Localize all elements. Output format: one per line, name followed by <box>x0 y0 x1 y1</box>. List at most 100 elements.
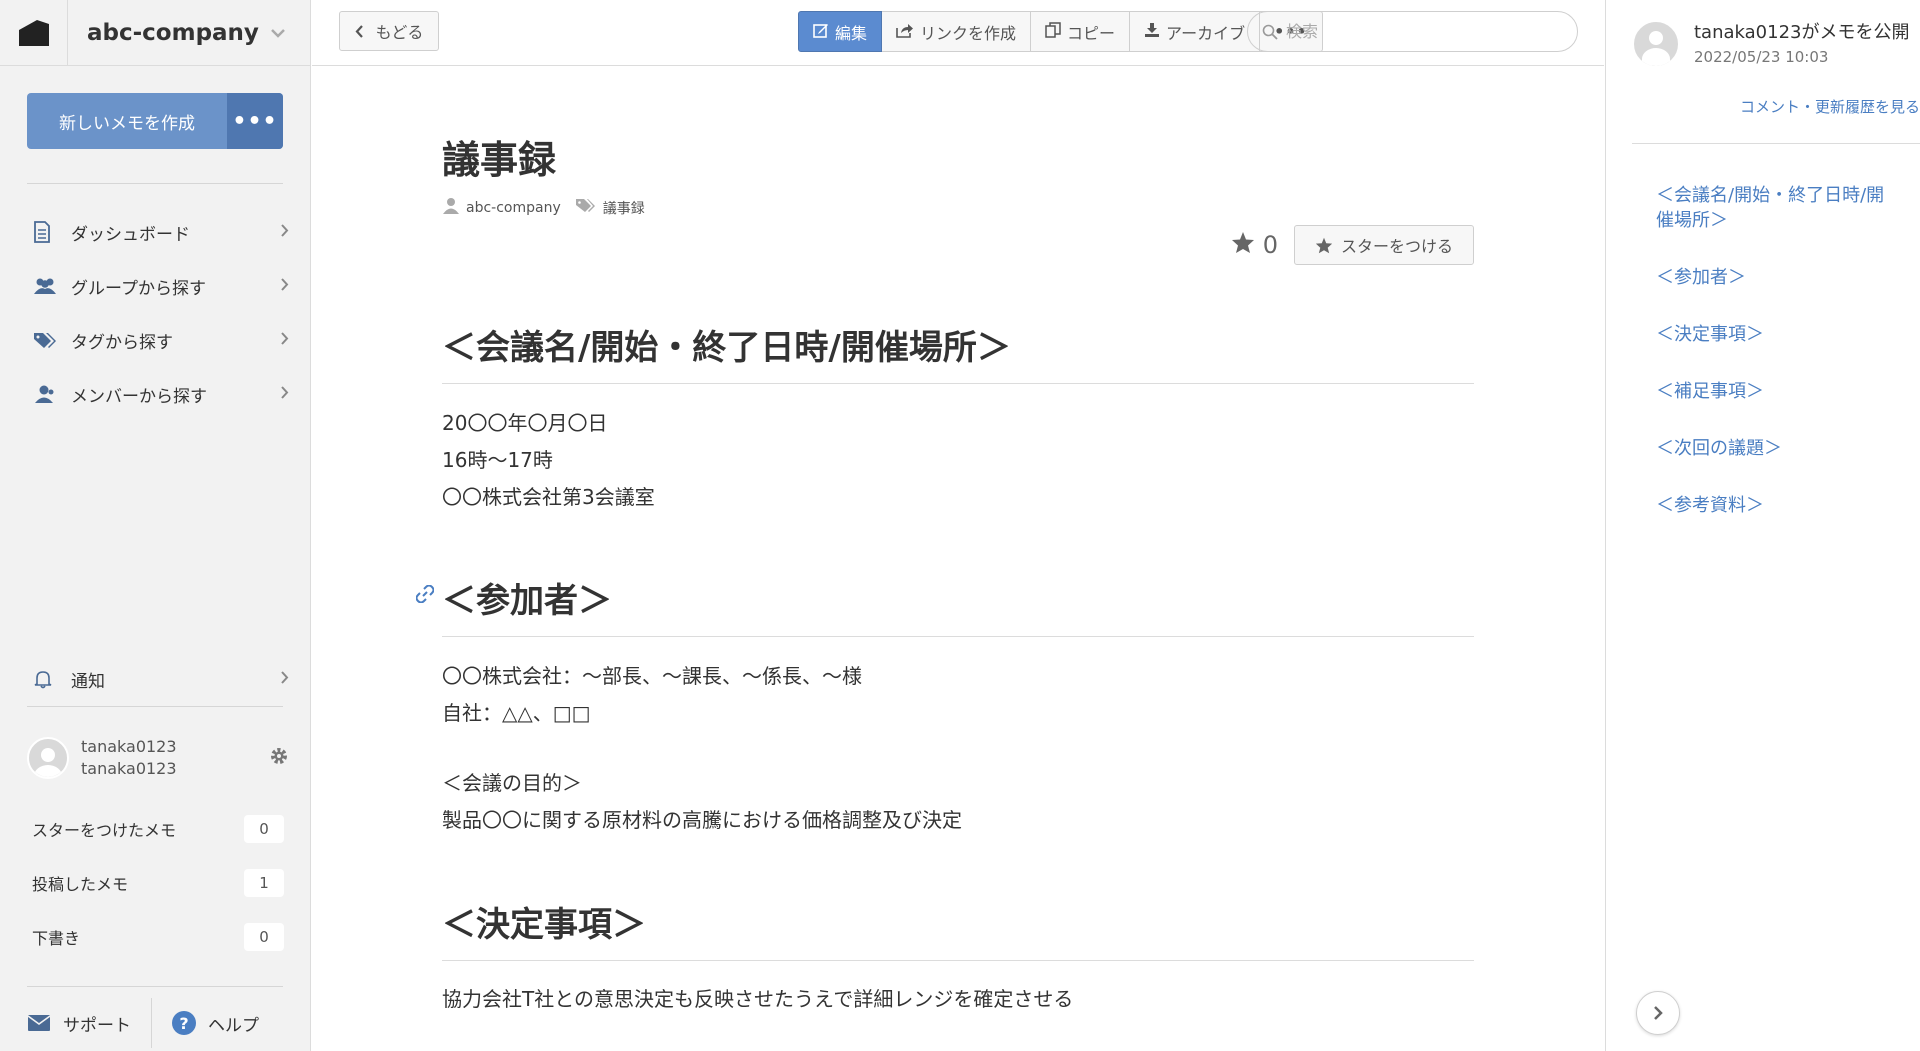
action-button-group: 編集 リンクを作成 コピー アーカイブ ••• <box>798 11 1323 52</box>
help-icon: ? <box>172 1011 196 1035</box>
divider <box>27 986 283 987</box>
sidebar-header: abc-company <box>0 0 310 66</box>
group-icon <box>27 277 63 295</box>
chevron-right-icon <box>269 385 289 403</box>
sidebar-item-label: グループから探す <box>71 278 206 299</box>
section-heading: ＜決定事項＞ <box>442 897 1474 961</box>
chevron-right-icon <box>269 331 289 349</box>
chevron-left-icon <box>355 24 363 38</box>
chevron-right-icon <box>269 670 289 688</box>
star-count: 0 <box>1231 231 1278 260</box>
toc-item[interactable]: ＜補足事項＞ <box>1656 379 1896 404</box>
body-line: 自社：△△、□□ <box>442 701 591 725</box>
create-link-button[interactable]: リンクを作成 <box>882 11 1032 52</box>
sidebar-footer: サポート ? ヘルプ <box>27 996 283 1050</box>
sidebar-item-groups[interactable]: グループから探す <box>27 268 289 304</box>
sidebar-item-notifications[interactable]: 通知 <box>27 661 289 697</box>
section-heading: ＜参加者＞ <box>442 573 1474 637</box>
right-panel: tanaka0123がメモを公開 2022/05/23 10:03 コメント・更… <box>1605 0 1920 1051</box>
back-button[interactable]: もどる <box>339 11 439 51</box>
stat-label: 投稿したメモ <box>32 875 129 894</box>
body-line: 〇〇株式会社第3会議室 <box>442 485 655 509</box>
user-display-name: tanaka0123 <box>81 737 177 756</box>
stat-drafts[interactable]: 下書き 0 <box>32 921 284 953</box>
app-logo[interactable] <box>0 0 68 66</box>
sidebar-item-members[interactable]: メンバーから探す <box>27 376 289 412</box>
tag-icon <box>575 198 597 218</box>
link-icon[interactable] <box>415 584 435 608</box>
sidebar-item-label: 通知 <box>71 671 105 692</box>
copy-icon <box>1045 21 1061 42</box>
sidebar-item-dashboard[interactable]: ダッシュボード <box>27 214 289 250</box>
tag-icon <box>27 331 63 349</box>
app-root: abc-company 新しいメモを作成 ••• ダッシュボード グループから探… <box>0 0 1920 1051</box>
toc-item[interactable]: ＜会議名/開始・終了日時/開催場所＞ <box>1656 183 1896 233</box>
copy-button[interactable]: コピー <box>1031 11 1131 52</box>
chevron-right-icon <box>269 277 289 295</box>
support-link[interactable]: サポート <box>27 1011 131 1036</box>
stat-label: 下書き <box>32 929 81 948</box>
search-icon <box>1262 24 1278 40</box>
section-body: 協力会社T社との意思決定も反映させたうえで詳細レンジを確定させる <box>442 981 1073 1018</box>
memo-content: 議事録 abc-company 議事録 0 スターをつける ＜会議名/開始・終了… <box>312 67 1604 1051</box>
stat-starred[interactable]: スターをつけたメモ 0 <box>32 813 284 845</box>
sidebar-item-tags[interactable]: タグから探す <box>27 322 289 358</box>
body-line: 20〇〇年〇月〇日 <box>442 411 608 435</box>
section-heading: ＜会議名/開始・終了日時/開催場所＞ <box>442 320 1474 384</box>
sidebar-item-label: タグから探す <box>71 332 173 353</box>
archive-icon <box>1144 22 1160 42</box>
chevron-right-icon <box>269 223 289 241</box>
help-label: ヘルプ <box>208 1015 259 1036</box>
section-body: 〇〇株式会社：〜部長、〜課長、〜係長、〜様 自社：△△、□□ ＜会議の目的＞ 製… <box>442 658 962 839</box>
activity-time: 2022/05/23 10:03 <box>1694 48 1829 66</box>
bell-icon <box>27 669 63 689</box>
star-icon <box>1231 231 1255 260</box>
sidebar-item-label: ダッシュボード <box>71 224 190 245</box>
toc-item[interactable]: ＜参考資料＞ <box>1656 493 1896 518</box>
history-link[interactable]: コメント・更新履歴を見る <box>1740 96 1920 117</box>
toc-item[interactable]: ＜次回の議題＞ <box>1656 436 1896 461</box>
help-link[interactable]: ? ヘルプ <box>172 1011 259 1036</box>
activity-item: tanaka0123がメモを公開 2022/05/23 10:03 <box>1632 20 1909 68</box>
avatar <box>27 737 69 779</box>
stat-count: 0 <box>244 923 284 951</box>
company-name[interactable]: abc-company <box>68 20 270 46</box>
archive-button[interactable]: アーカイブ <box>1130 11 1261 52</box>
body-line: 16時〜17時 <box>442 448 553 472</box>
edit-button[interactable]: 編集 <box>798 11 883 52</box>
edit-label: 編集 <box>835 23 868 43</box>
divider <box>1632 143 1920 144</box>
create-link-label: リンクを作成 <box>920 23 1017 43</box>
gear-icon[interactable] <box>265 746 289 771</box>
collapse-panel-button[interactable] <box>1636 991 1680 1035</box>
memo-author[interactable]: abc-company <box>466 200 561 216</box>
new-memo-button[interactable]: 新しいメモを作成 <box>27 93 227 149</box>
mail-icon <box>27 1015 51 1031</box>
user-icon <box>442 197 460 219</box>
body-line: ＜会議の目的＞ <box>442 771 582 795</box>
current-user[interactable]: tanaka0123 tanaka0123 <box>27 733 289 783</box>
search-input[interactable] <box>1286 22 1566 41</box>
divider <box>27 183 283 184</box>
body-line: 〇〇株式会社：〜部長、〜課長、〜係長、〜様 <box>442 664 862 688</box>
add-star-button[interactable]: スターをつける <box>1293 225 1474 265</box>
chevron-down-icon[interactable] <box>270 23 310 42</box>
archive-label: アーカイブ <box>1166 23 1246 43</box>
new-memo-more-button[interactable]: ••• <box>227 93 283 149</box>
stat-count: 1 <box>244 869 284 897</box>
new-memo-button-group: 新しいメモを作成 ••• <box>27 93 283 149</box>
toc-item[interactable]: ＜決定事項＞ <box>1656 322 1896 347</box>
star-count-value: 0 <box>1262 231 1278 259</box>
sidebar-item-label: メンバーから探す <box>71 386 207 407</box>
star-area: 0 スターをつける <box>1231 225 1474 265</box>
memo-tag[interactable]: 議事録 <box>603 198 645 218</box>
activity-message: tanaka0123がメモを公開 <box>1694 22 1910 43</box>
section-body: 20〇〇年〇月〇日 16時〜17時 〇〇株式会社第3会議室 <box>442 405 655 516</box>
star-icon <box>1315 237 1333 253</box>
logo-icon <box>18 19 49 46</box>
back-label: もどる <box>375 23 424 42</box>
user-username: tanaka0123 <box>81 759 177 778</box>
toc-item[interactable]: ＜参加者＞ <box>1656 265 1896 290</box>
body-line: 製品〇〇に関する原材料の高騰における価格調整及び決定 <box>442 808 962 832</box>
stat-posted[interactable]: 投稿したメモ 1 <box>32 867 284 899</box>
